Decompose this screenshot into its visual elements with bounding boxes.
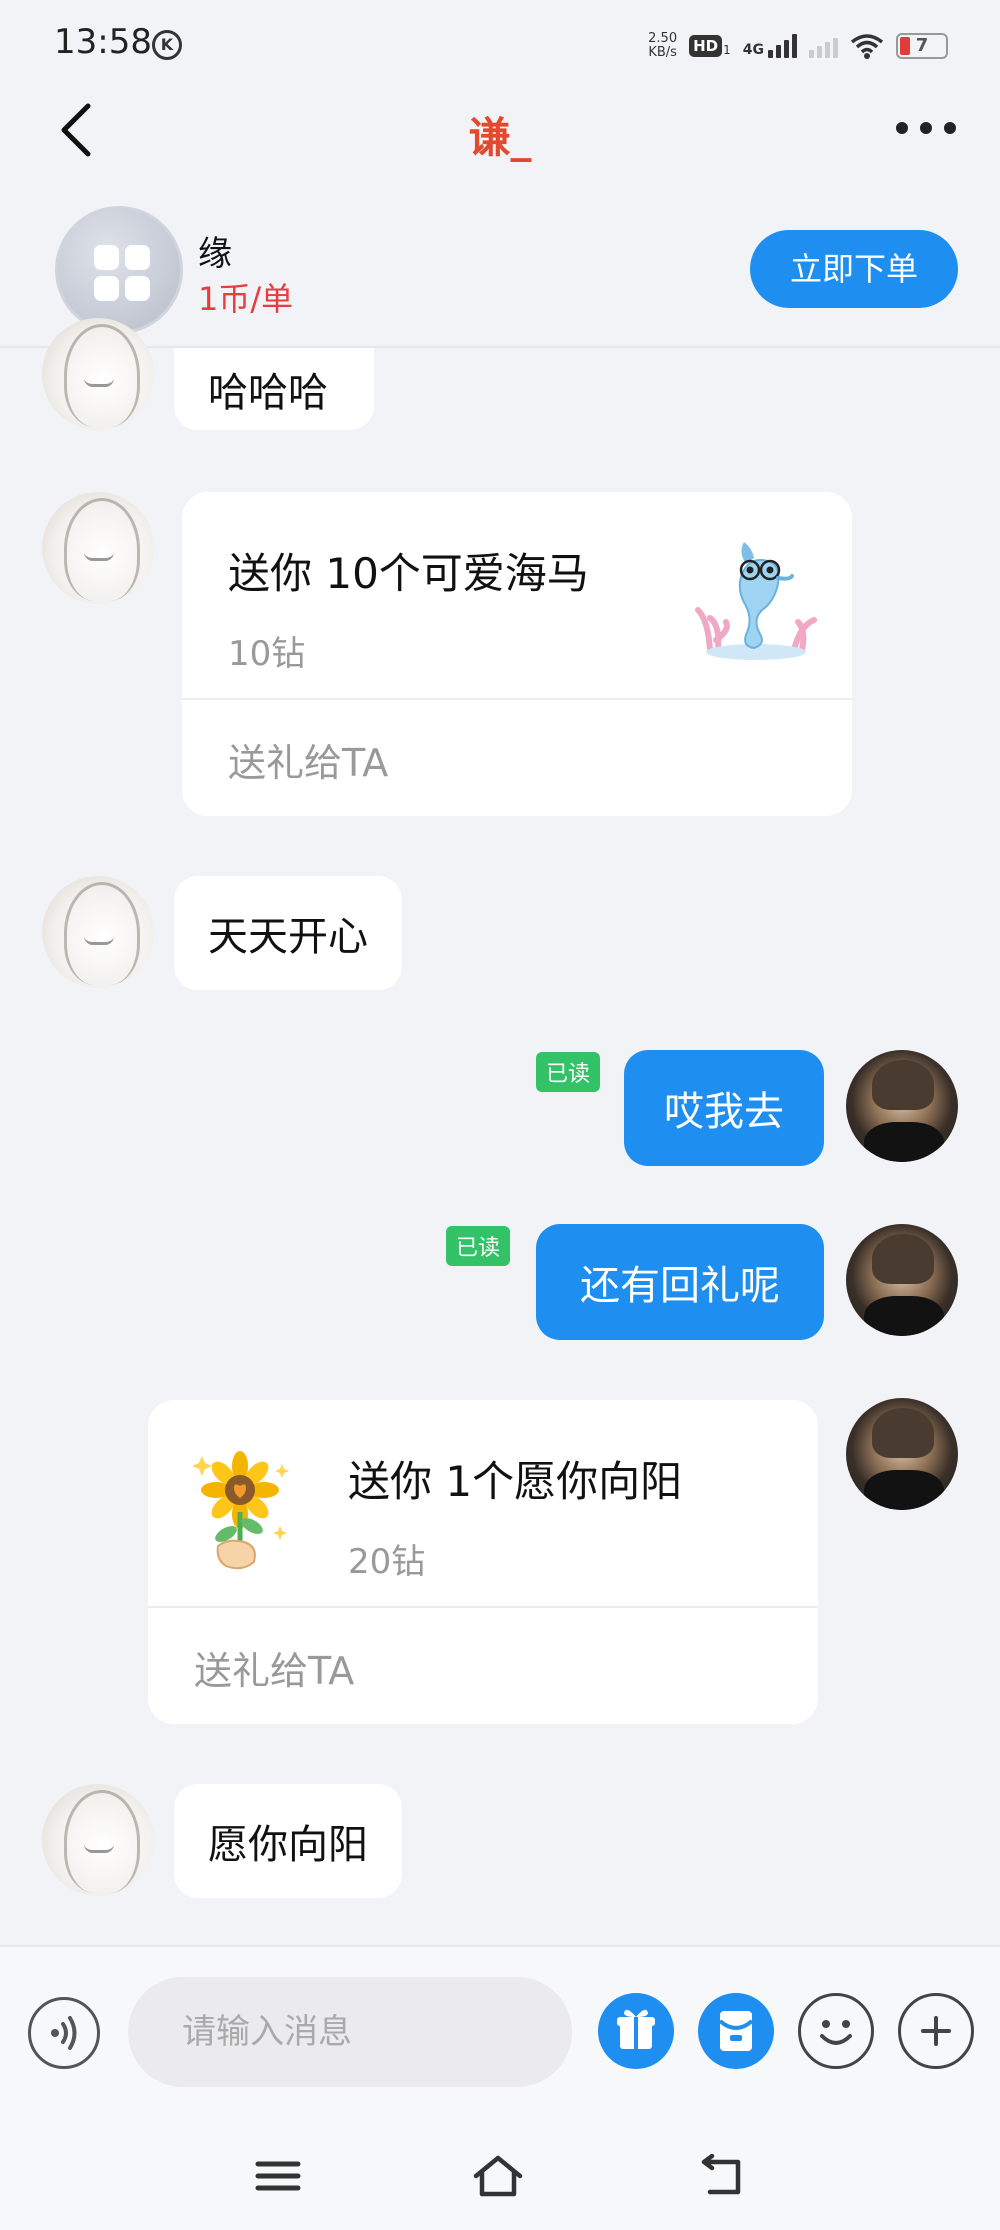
signal-4g-icon: 4G (743, 34, 797, 58)
voice-icon[interactable] (28, 1997, 100, 2069)
my-avatar[interactable] (846, 1398, 958, 1510)
my-avatar[interactable] (846, 1224, 958, 1336)
gift-card: 送你 10个可爱海马 10钻 送礼给TA (182, 492, 852, 816)
gift-title: 送你 10个可爱海马 (228, 549, 589, 598)
gift-icon[interactable] (598, 1993, 674, 2069)
divider (182, 698, 852, 700)
gift-price: 20钻 (348, 1542, 426, 1582)
status-time: 13:58 (54, 22, 152, 62)
page-title: 谦_ (468, 113, 532, 162)
apps-icon (94, 245, 150, 301)
k-badge-icon: K (152, 30, 182, 60)
other-avatar[interactable] (42, 492, 154, 604)
hd-icon: HD 1 (689, 35, 731, 57)
sunflower-icon (192, 1451, 289, 1570)
other-avatar[interactable] (42, 1784, 154, 1896)
read-status-badge: 已读 (536, 1052, 601, 1092)
service-bar: 缘 1币/单 立即下单 (0, 196, 1000, 348)
gift-title: 送你 1个愿你向阳 (348, 1457, 683, 1506)
back-nav-icon[interactable] (696, 2154, 748, 2198)
my-avatar[interactable] (846, 1050, 958, 1162)
battery-icon: 7 (896, 33, 948, 59)
wifi-icon (850, 34, 884, 59)
plus-icon[interactable] (898, 1993, 974, 2069)
message-bubble: 哎我去 (624, 1050, 824, 1166)
status-icons: 2.50 KB/s HD 1 4G 7 (648, 28, 948, 64)
menu-icon[interactable] (252, 2154, 304, 2198)
gift-price: 10钻 (228, 634, 306, 674)
seahorse-icon (695, 542, 817, 660)
service-price: 1币/单 (198, 280, 294, 318)
other-avatar[interactable] (42, 318, 154, 430)
red-packet-icon[interactable] (698, 1993, 774, 2069)
system-nav-bar (0, 2110, 1000, 2230)
order-now-button[interactable]: 立即下单 (750, 230, 958, 308)
emoji-icon[interactable] (798, 1993, 874, 2069)
send-gift-link[interactable]: 送礼给TA (194, 1640, 354, 1695)
divider (148, 1606, 818, 1608)
gift-card: 送你 1个愿你向阳 20钻 送礼给TA (148, 1400, 818, 1724)
message-input[interactable] (128, 1977, 572, 2087)
other-avatar[interactable] (42, 876, 154, 988)
input-bar (0, 1945, 1000, 2110)
network-speed: 2.50 KB/s (648, 31, 678, 60)
message-bubble: 愿你向阳 (174, 1784, 402, 1898)
message-bubble: 哈哈哈 (174, 348, 374, 430)
signal-2-icon (809, 34, 838, 58)
service-name: 缘 (198, 234, 232, 274)
home-icon[interactable] (472, 2154, 524, 2198)
more-horizontal-icon[interactable] (896, 118, 956, 138)
message-bubble: 还有回礼呢 (536, 1224, 824, 1340)
status-bar: 13:58 K 2.50 KB/s HD 1 4G 7 (0, 0, 1000, 90)
send-gift-link[interactable]: 送礼给TA (228, 732, 388, 787)
message-bubble: 天天开心 (174, 876, 402, 990)
read-status-badge: 已读 (446, 1226, 511, 1266)
service-avatar (55, 206, 183, 334)
